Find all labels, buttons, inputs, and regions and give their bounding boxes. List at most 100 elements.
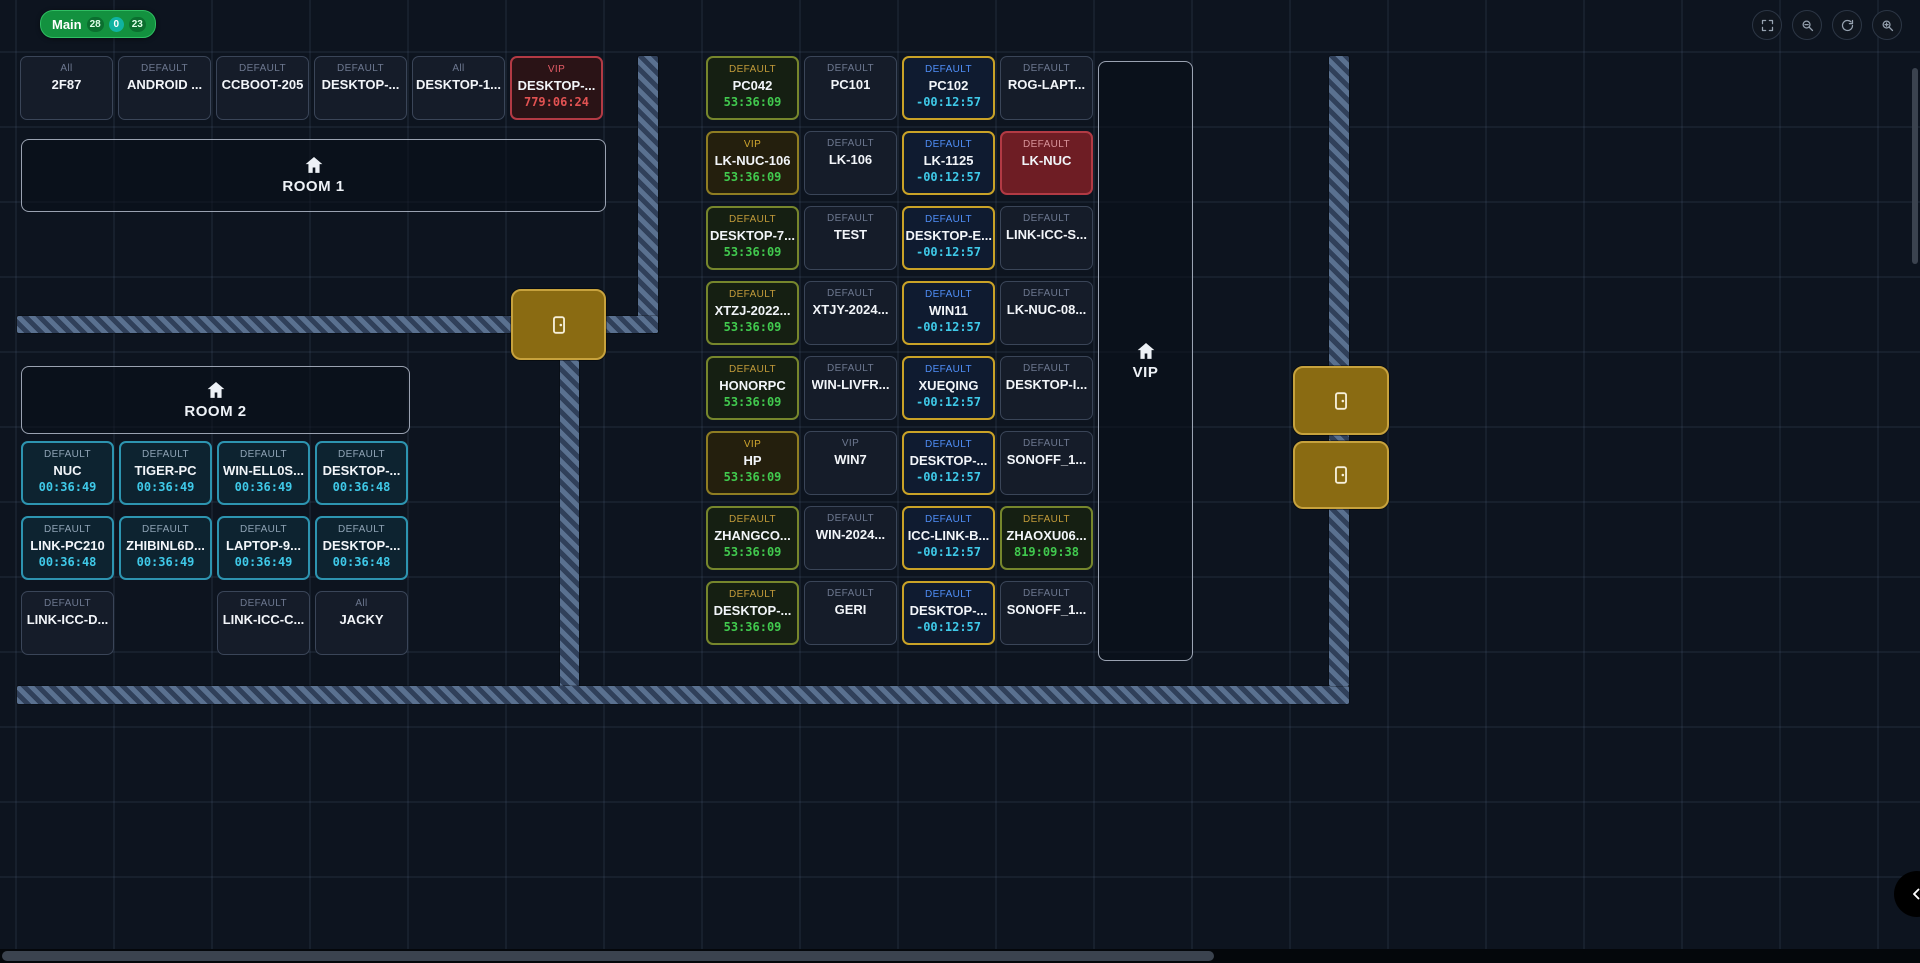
zoom-out-button[interactable] (1792, 10, 1822, 40)
pc-card-time: -00:12:57 (916, 321, 981, 334)
pc-card-xtjy-2024[interactable]: DEFAULT XTJY-2024... (804, 281, 897, 345)
zoom-in-button[interactable] (1872, 10, 1902, 40)
pc-card-name: WIN-2024... (816, 527, 885, 542)
pc-card-lk-nuc-106[interactable]: VIPLK-NUC-10653:36:09 (706, 131, 799, 195)
pc-card-tag: VIP (842, 438, 859, 449)
pc-card-rog-lapt[interactable]: DEFAULTROG-LAPT... (1000, 56, 1093, 120)
pc-card-tag: DEFAULT (925, 214, 972, 225)
reset-view-button[interactable] (1832, 10, 1862, 40)
pc-card-layer: All2F87DEFAULTANDROID ...DEFAULTCCBOOT-2… (0, 0, 1920, 963)
door-vip-bottom[interactable] (1293, 441, 1389, 509)
door-room1[interactable] (511, 289, 606, 360)
pc-card-name: ZHAOXU06... (1006, 528, 1086, 543)
pc-card-icc-link-b[interactable]: DEFAULTICC-LINK-B...-00:12:57 (902, 506, 995, 570)
pc-card-tag: DEFAULT (827, 288, 874, 299)
pc-card-android[interactable]: DEFAULTANDROID ... (118, 56, 211, 120)
pc-card-ccboot-205[interactable]: DEFAULTCCBOOT-205 (216, 56, 309, 120)
pc-card-link-pc210[interactable]: DEFAULTLINK-PC21000:36:48 (21, 516, 114, 580)
pc-card-zhangco[interactable]: DEFAULTZHANGCO...53:36:09 (706, 506, 799, 570)
pc-card-pc101[interactable]: DEFAULTPC101 (804, 56, 897, 120)
pc-card-desktop[interactable]: VIPDESKTOP-...779:06:24 (510, 56, 603, 120)
pc-card-jacky[interactable]: AllJACKY (315, 591, 408, 655)
pc-card-pc102[interactable]: DEFAULTPC102-00:12:57 (902, 56, 995, 120)
pc-card-name: XTJY-2024... (813, 302, 889, 317)
pc-card-nuc[interactable]: DEFAULTNUC00:36:49 (21, 441, 114, 505)
tab-main[interactable]: Main 28 0 23 (40, 10, 156, 38)
pc-card-test[interactable]: DEFAULTTEST (804, 206, 897, 270)
pc-card-zhibinl6d[interactable]: DEFAULTZHIBINL6D...00:36:49 (119, 516, 212, 580)
pc-card-name: TIGER-PC (134, 463, 196, 478)
pc-card-win-2024[interactable]: DEFAULTWIN-2024... (804, 506, 897, 570)
pc-card-name: WIN7 (834, 452, 867, 467)
pc-card-tag: DEFAULT (827, 363, 874, 374)
pc-card-tag: VIP (744, 139, 761, 150)
pc-card-lk-106[interactable]: DEFAULTLK-106 (804, 131, 897, 195)
pc-card-desktop[interactable]: DEFAULTDESKTOP-...00:36:48 (315, 516, 408, 580)
pc-card-tag: VIP (744, 439, 761, 450)
pc-card-tag: DEFAULT (1023, 139, 1070, 150)
pc-card-pc042[interactable]: DEFAULTPC04253:36:09 (706, 56, 799, 120)
pc-card-desktop-1[interactable]: AllDESKTOP-1... (412, 56, 505, 120)
pc-card-tag: DEFAULT (1023, 514, 1070, 525)
pc-card-name: DESKTOP-1... (416, 77, 501, 92)
pc-card-zhaoxu06[interactable]: DEFAULT ZHAOXU06... 819:09:38 (1000, 506, 1093, 570)
pc-card-win-livfr[interactable]: DEFAULTWIN-LIVFR... (804, 356, 897, 420)
pc-card-name: PC101 (831, 77, 871, 92)
pc-card-time: 53:36:09 (724, 321, 782, 334)
pc-card-time: -00:12:57 (916, 246, 981, 259)
pc-card-desktop-7[interactable]: DEFAULTDESKTOP-7...53:36:09 (706, 206, 799, 270)
pc-card-xtzj-2022[interactable]: DEFAULTXTZJ-2022...53:36:09 (706, 281, 799, 345)
pc-card-name: LK-1125 (924, 153, 974, 168)
pc-card-win11[interactable]: DEFAULTWIN11-00:12:57 (902, 281, 995, 345)
horizontal-scrollbar[interactable] (0, 949, 1920, 963)
pc-card-desktop[interactable]: DEFAULTDESKTOP-... (314, 56, 407, 120)
pc-card-tag: DEFAULT (925, 439, 972, 450)
pc-card-desktop[interactable]: DEFAULTDESKTOP-...-00:12:57 (902, 431, 995, 495)
pc-card-time: -00:12:57 (916, 96, 981, 109)
pc-card-time: 819:09:38 (1014, 546, 1079, 559)
pc-card-link-icc-d[interactable]: DEFAULTLINK-ICC-D... (21, 591, 114, 655)
pc-card-tag: DEFAULT (827, 138, 874, 149)
pc-card-tag: DEFAULT (240, 598, 287, 609)
pc-card-time: 00:36:49 (137, 556, 195, 569)
pc-card-tiger-pc[interactable]: DEFAULTTIGER-PC00:36:49 (119, 441, 212, 505)
vertical-scrollbar-thumb[interactable] (1912, 68, 1918, 264)
pc-card-sonoff-1[interactable]: DEFAULTSONOFF_1... (1000, 431, 1093, 495)
pc-card-tag: VIP (548, 64, 565, 75)
pc-card-lk-nuc-08[interactable]: DEFAULTLK-NUC-08... (1000, 281, 1093, 345)
pc-card-link-icc-s[interactable]: DEFAULTLINK-ICC-S... (1000, 206, 1093, 270)
online-count-badge: 28 (87, 17, 104, 32)
pc-card-name: DESKTOP-... (323, 463, 401, 478)
pc-card-desktop[interactable]: DEFAULTDESKTOP-...-00:12:57 (902, 581, 995, 645)
pc-card-name: PC042 (733, 78, 773, 93)
pc-card-lk-1125[interactable]: DEFAULTLK-1125-00:12:57 (902, 131, 995, 195)
pc-card-geri[interactable]: DEFAULTGERI (804, 581, 897, 645)
pc-card-xueqing[interactable]: DEFAULTXUEQING-00:12:57 (902, 356, 995, 420)
pc-card-laptop-9[interactable]: DEFAULTLAPTOP-9...00:36:49 (217, 516, 310, 580)
pc-card-tag: DEFAULT (142, 524, 189, 535)
pc-card-hp[interactable]: VIPHP53:36:09 (706, 431, 799, 495)
pc-card-tag: DEFAULT (240, 524, 287, 535)
door-vip-top[interactable] (1293, 366, 1389, 435)
zoom-out-icon (1800, 18, 1815, 33)
horizontal-scrollbar-thumb[interactable] (2, 951, 1214, 961)
pc-card-tag: All (355, 598, 367, 609)
pc-card-desktop-e[interactable]: DEFAULTDESKTOP-E...-00:12:57 (902, 206, 995, 270)
pc-card-desktop[interactable]: DEFAULTDESKTOP-...53:36:09 (706, 581, 799, 645)
pc-card-desktop-i[interactable]: DEFAULTDESKTOP-I... (1000, 356, 1093, 420)
pc-card-honorpc[interactable]: DEFAULTHONORPC53:36:09 (706, 356, 799, 420)
door-icon (548, 314, 570, 336)
chevron-left-icon (1908, 885, 1920, 903)
pc-card-tag: DEFAULT (338, 524, 385, 535)
pc-card-time: 53:36:09 (724, 396, 782, 409)
pc-card-win-ell0s[interactable]: DEFAULTWIN-ELL0S...00:36:49 (217, 441, 310, 505)
pc-card-desktop[interactable]: DEFAULTDESKTOP-...00:36:48 (315, 441, 408, 505)
pc-card-link-icc-c[interactable]: DEFAULTLINK-ICC-C... (217, 591, 310, 655)
pc-card-tag: DEFAULT (925, 514, 972, 525)
fullscreen-button[interactable] (1752, 10, 1782, 40)
pc-card-2f87[interactable]: All2F87 (20, 56, 113, 120)
pc-card-tag: DEFAULT (925, 139, 972, 150)
pc-card-lk-nuc[interactable]: DEFAULTLK-NUC (1000, 131, 1093, 195)
pc-card-sonoff-1[interactable]: DEFAULTSONOFF_1... (1000, 581, 1093, 645)
pc-card-win7[interactable]: VIP WIN7 (804, 431, 897, 495)
